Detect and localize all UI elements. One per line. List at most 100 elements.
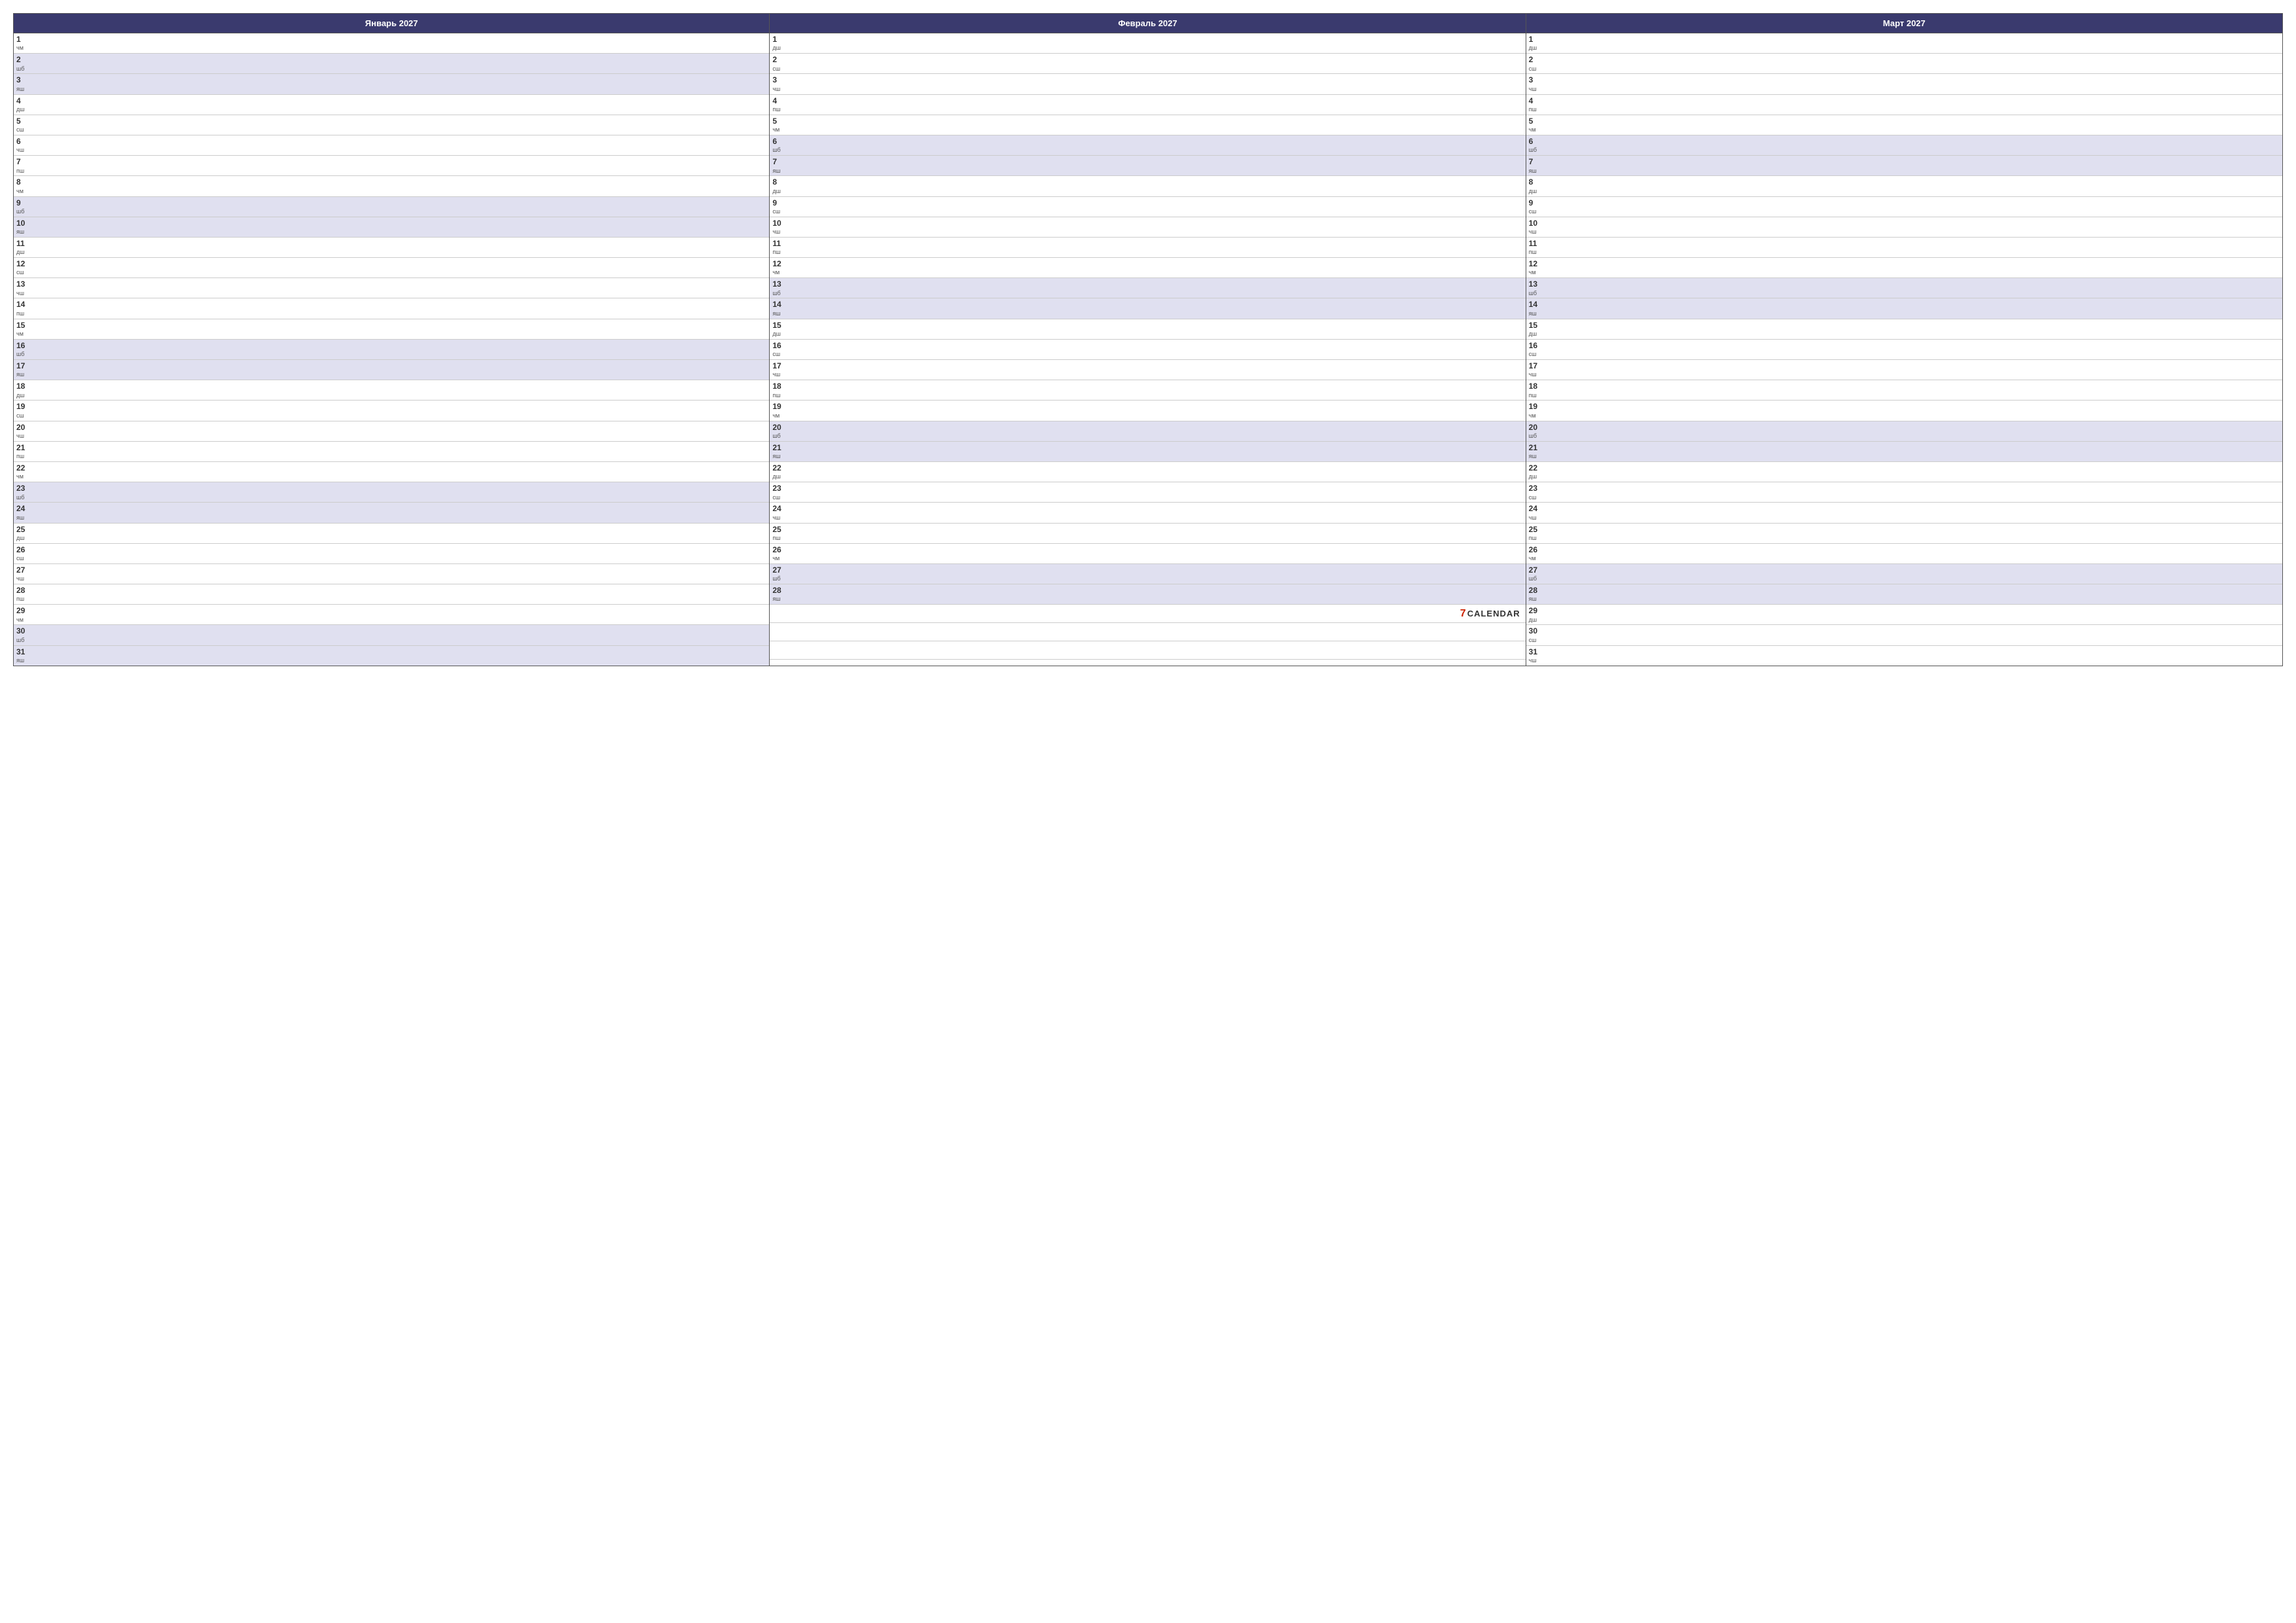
day-row: 13шб xyxy=(1526,278,2282,298)
day-name: пш xyxy=(772,249,787,256)
day-row: 7яш xyxy=(1526,156,2282,176)
day-number: 24 xyxy=(772,504,787,513)
day-row: 19чм xyxy=(1526,401,2282,421)
day-name: шб xyxy=(16,494,31,501)
day-row: 11пш xyxy=(770,238,1525,258)
day-number: 14 xyxy=(16,300,31,309)
day-name: дш xyxy=(772,188,787,195)
day-row: 21яш xyxy=(770,442,1525,462)
day-name: сш xyxy=(16,555,31,562)
day-name: сш xyxy=(16,269,31,276)
day-number: 9 xyxy=(16,198,31,207)
day-row: 14яш xyxy=(1526,298,2282,319)
day-name: дш xyxy=(1529,330,1543,338)
day-name: пш xyxy=(16,596,31,603)
day-row: 10чш xyxy=(770,217,1525,238)
day-name: сш xyxy=(1529,208,1543,215)
empty-row xyxy=(770,641,1525,660)
day-number: 5 xyxy=(16,116,31,126)
day-number: 11 xyxy=(772,239,787,248)
day-name: пш xyxy=(772,535,787,542)
day-number: 27 xyxy=(1529,565,1543,575)
day-name: дш xyxy=(1529,45,1543,52)
day-number: 12 xyxy=(772,259,787,268)
day-number: 31 xyxy=(1529,647,1543,656)
day-name: дш xyxy=(1529,188,1543,195)
day-name: чм xyxy=(16,188,31,195)
day-row: 22чм xyxy=(14,462,769,482)
day-name: сш xyxy=(772,494,787,501)
day-number: 7 xyxy=(1529,157,1543,166)
day-number: 9 xyxy=(772,198,787,207)
month-header-2: Март 2027 xyxy=(1526,14,2282,33)
day-number: 18 xyxy=(772,382,787,391)
day-row: 2сш xyxy=(1526,54,2282,74)
day-row: 30шб xyxy=(14,625,769,645)
day-name: чш xyxy=(1529,228,1543,236)
day-number: 20 xyxy=(772,423,787,432)
day-row: 17чш xyxy=(1526,360,2282,380)
day-name: яш xyxy=(16,657,31,664)
day-name: пш xyxy=(1529,106,1543,113)
day-row: 10яш xyxy=(14,217,769,238)
day-name: пш xyxy=(1529,249,1543,256)
day-row: 23сш xyxy=(1526,482,2282,503)
day-row: 16шб xyxy=(14,340,769,360)
day-name: яш xyxy=(772,168,787,175)
day-row: 1дш xyxy=(770,33,1525,54)
empty-row xyxy=(770,623,1525,641)
month-header-0: Январь 2027 xyxy=(14,14,769,33)
day-number: 6 xyxy=(772,137,787,146)
day-name: шб xyxy=(16,208,31,215)
day-row: 18пш xyxy=(1526,380,2282,401)
day-number: 28 xyxy=(16,586,31,595)
day-number: 6 xyxy=(16,137,31,146)
day-row: 15чм xyxy=(14,319,769,340)
day-name: сш xyxy=(772,208,787,215)
day-number: 22 xyxy=(16,463,31,473)
day-name: сш xyxy=(1529,637,1543,644)
day-row: 21яш xyxy=(1526,442,2282,462)
day-name: шб xyxy=(772,433,787,440)
day-name: шб xyxy=(1529,290,1543,297)
day-row: 31яш xyxy=(14,646,769,666)
day-name: дш xyxy=(16,392,31,399)
day-row: 22дш xyxy=(770,462,1525,482)
day-row: 26чм xyxy=(1526,544,2282,564)
day-number: 28 xyxy=(772,586,787,595)
day-name: сш xyxy=(16,412,31,419)
day-row: 16сш xyxy=(770,340,1525,360)
day-name: яш xyxy=(16,371,31,378)
day-row: 26чм xyxy=(770,544,1525,564)
day-row: 12сш xyxy=(14,258,769,278)
day-number: 13 xyxy=(16,279,31,289)
day-name: яш xyxy=(1529,596,1543,603)
logo-text: CALENDAR xyxy=(1467,609,1520,618)
day-row: 21пш xyxy=(14,442,769,462)
day-name: яш xyxy=(772,310,787,317)
day-name: шб xyxy=(772,575,787,582)
day-name: чм xyxy=(772,126,787,134)
day-number: 19 xyxy=(1529,402,1543,411)
day-row: 13шб xyxy=(770,278,1525,298)
day-number: 21 xyxy=(772,443,787,452)
day-number: 28 xyxy=(1529,586,1543,595)
day-name: чш xyxy=(16,290,31,297)
day-number: 13 xyxy=(1529,279,1543,289)
day-number: 31 xyxy=(16,647,31,656)
day-name: шб xyxy=(772,147,787,154)
day-name: дш xyxy=(16,106,31,113)
day-row: 27шб xyxy=(1526,564,2282,584)
day-name: сш xyxy=(1529,65,1543,73)
day-number: 23 xyxy=(16,484,31,493)
day-row: 17яш xyxy=(14,360,769,380)
month-header-1: Февраль 2027 xyxy=(770,14,1525,33)
day-number: 10 xyxy=(1529,219,1543,228)
day-name: чм xyxy=(1529,126,1543,134)
day-name: дш xyxy=(16,249,31,256)
day-name: шб xyxy=(1529,575,1543,582)
day-row: 20чш xyxy=(14,421,769,442)
day-number: 18 xyxy=(1529,382,1543,391)
day-number: 3 xyxy=(1529,75,1543,84)
day-number: 4 xyxy=(1529,96,1543,105)
